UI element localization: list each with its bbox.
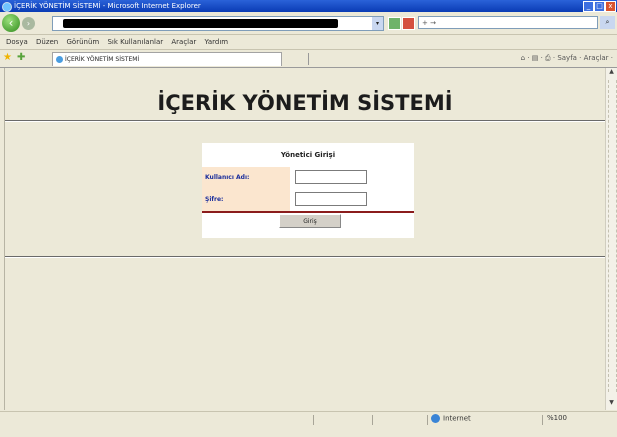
zone-label: Internet — [443, 414, 471, 423]
menu-help[interactable]: Yardım — [205, 38, 229, 46]
back-button[interactable]: ‹ — [2, 14, 20, 32]
navigation-toolbar: ‹ › ▾ + → ⌕ — [0, 12, 617, 35]
username-field[interactable] — [295, 170, 367, 184]
password-field[interactable] — [295, 192, 367, 206]
vertical-scrollbar[interactable]: ▲ ▼ — [605, 68, 617, 410]
login-form: Yönetici Girişi Kullanıcı Adı: Şifre: Gi… — [202, 143, 414, 238]
password-label: Şifre: — [202, 189, 290, 211]
address-bar[interactable]: ▾ — [52, 16, 384, 31]
menu-file[interactable]: Dosya — [6, 38, 28, 46]
menu-bar: Dosya Düzen Görünüm Sık Kullanılanlar Ar… — [0, 35, 617, 50]
page-title: İÇERİK YÖNETİM SİSTEMİ — [157, 91, 453, 115]
scroll-up-icon[interactable]: ▲ — [607, 68, 616, 77]
password-row: Şifre: — [202, 189, 414, 211]
form-divider — [202, 211, 414, 213]
stop-icon[interactable] — [402, 17, 415, 30]
menu-view[interactable]: Görünüm — [66, 38, 99, 46]
window-title: İÇERİK YÖNETİM SİSTEMİ - Microsoft Inter… — [14, 2, 201, 10]
globe-icon — [431, 414, 440, 423]
header-divider — [5, 120, 605, 122]
login-title: Yönetici Girişi — [280, 151, 336, 159]
footer-divider — [5, 256, 605, 258]
forward-button[interactable]: › — [22, 17, 35, 30]
tab-bar: ★ ✚ İÇERİK YÖNETİM SİSTEMİ ⌂ · ▤ · ⎙ · S… — [0, 50, 617, 68]
refresh-icon[interactable] — [388, 17, 401, 30]
security-zone: Internet — [431, 414, 471, 423]
internet-explorer-icon — [2, 2, 12, 12]
add-favorite-icon[interactable]: ✚ — [17, 53, 27, 63]
redacted-url — [63, 19, 338, 28]
menu-tools[interactable]: Araçlar — [171, 38, 196, 46]
search-input[interactable]: + → — [418, 16, 598, 29]
window-title-bar: İÇERİK YÖNETİM SİSTEMİ - Microsoft Inter… — [0, 0, 617, 12]
username-label: Kullanıcı Adı: — [202, 167, 290, 189]
scroll-track[interactable] — [608, 80, 617, 392]
tab-separator — [308, 53, 309, 65]
status-bar: Internet %100 — [0, 411, 617, 437]
command-bar[interactable]: ⌂ · ▤ · ⎙ · Sayfa · Araçlar · — [521, 50, 613, 67]
tab-label: İÇERİK YÖNETİM SİSTEMİ — [65, 56, 140, 63]
search-go-icon[interactable]: ⌕ — [600, 16, 615, 29]
active-tab[interactable]: İÇERİK YÖNETİM SİSTEMİ — [52, 52, 282, 66]
address-dropdown-icon[interactable]: ▾ — [372, 17, 383, 30]
favorites-star-icon[interactable]: ★ — [3, 53, 13, 63]
status-separator — [542, 415, 543, 425]
page-content: İÇERİK YÖNETİM SİSTEMİ Yönetici Girişi K… — [4, 68, 605, 410]
status-separator — [427, 415, 428, 425]
menu-favorites[interactable]: Sık Kullanılanlar — [107, 38, 163, 46]
minimize-button[interactable]: _ — [583, 1, 594, 12]
menu-edit[interactable]: Düzen — [36, 38, 58, 46]
scroll-down-icon[interactable]: ▼ — [607, 399, 616, 408]
status-separator — [313, 415, 314, 425]
maximize-button[interactable]: □ — [594, 1, 605, 12]
close-button[interactable]: x — [605, 1, 616, 12]
zoom-level[interactable]: %100 — [547, 414, 567, 422]
page-favicon-icon — [56, 56, 63, 63]
login-button[interactable]: Giriş — [279, 214, 341, 228]
status-separator — [372, 415, 373, 425]
username-row: Kullanıcı Adı: — [202, 167, 414, 189]
